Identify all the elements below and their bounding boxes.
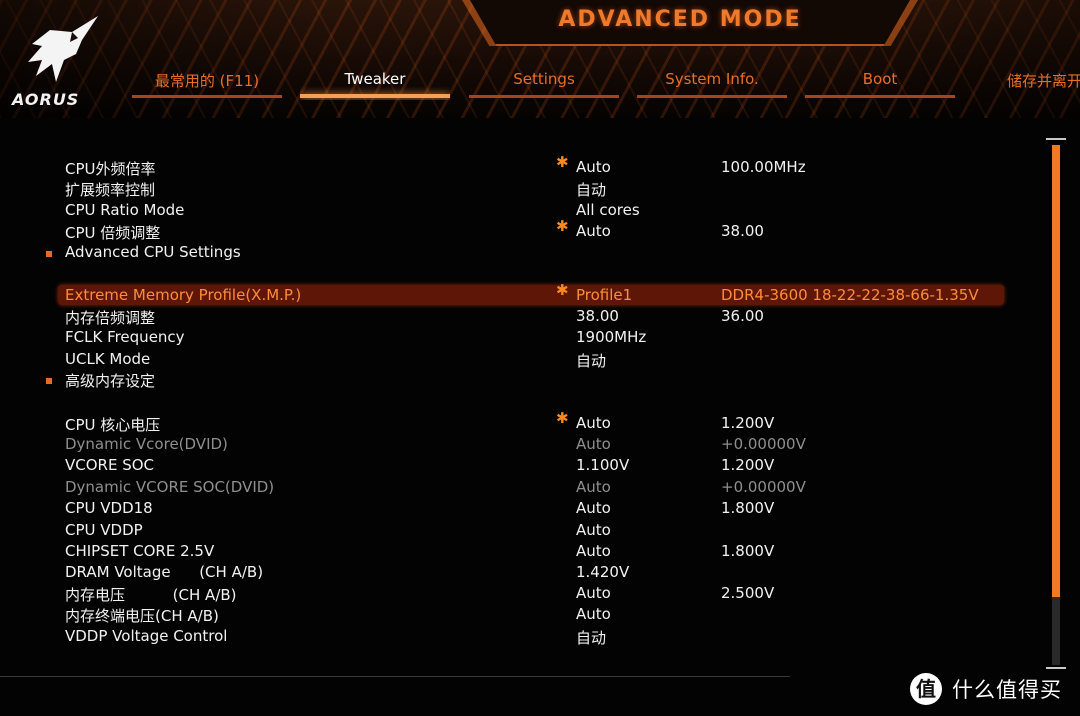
setting-label: CPU Ratio Mode: [65, 201, 185, 219]
setting-current-value: 1.200V: [721, 456, 775, 474]
setting-value[interactable]: 38.00: [576, 307, 619, 325]
setting-value[interactable]: Auto: [576, 521, 611, 539]
setting-value[interactable]: Auto: [576, 584, 611, 602]
setting-label: 扩展频率控制: [65, 181, 156, 199]
setting-value[interactable]: Auto: [576, 222, 611, 240]
setting-row-fclk-frequency[interactable]: FCLK Frequency 1900MHz: [0, 327, 1040, 349]
star-icon: ✱: [556, 153, 569, 171]
tab-boot[interactable]: Boot: [805, 70, 955, 100]
setting-label: Extreme Memory Profile(X.M.P.): [65, 286, 302, 304]
setting-current-value: 2.500V: [721, 584, 775, 602]
setting-value[interactable]: Auto: [576, 499, 611, 517]
setting-row-cpu-vddp[interactable]: CPU VDDP Auto: [0, 520, 1040, 542]
setting-label: CPU VDD18: [65, 499, 153, 517]
submenu-advanced-memory-settings[interactable]: 高级内存设定: [0, 369, 1040, 391]
setting-current-value: 1.800V: [721, 499, 775, 517]
setting-row-chipset-core[interactable]: CHIPSET CORE 2.5V Auto 1.800V: [0, 541, 1040, 563]
setting-row-cpu-vdd18[interactable]: CPU VDD18 Auto 1.800V: [0, 498, 1040, 520]
setting-row-memory-termination-voltage[interactable]: 内存终端电压(CH A/B) Auto: [0, 604, 1040, 626]
scrollbar-bottom-cap: [1046, 667, 1066, 669]
setting-row-vcore-soc[interactable]: VCORE SOC 1.100V 1.200V: [0, 455, 1040, 477]
star-icon: ✱: [556, 217, 569, 235]
setting-row-dynamic-vcore-soc: Dynamic VCORE SOC(DVID) Auto +0.00000V: [0, 477, 1040, 499]
setting-current-value: 100.00MHz: [721, 158, 806, 176]
setting-row-memory-multiplier[interactable]: 内存倍频调整 38.00 36.00: [0, 306, 1040, 328]
setting-value: Auto: [576, 478, 611, 496]
setting-current-value: 1.200V: [721, 414, 775, 432]
tab-tweaker[interactable]: Tweaker: [300, 70, 450, 100]
tab-save-exit[interactable]: 储存并离开: [1007, 70, 1080, 100]
aorus-logo-text: AORUS: [12, 90, 80, 109]
setting-row-cpu-vcore[interactable]: CPU 核心电压 ✱ Auto 1.200V: [0, 409, 1040, 435]
setting-label: Dynamic VCORE SOC(DVID): [65, 478, 275, 496]
setting-value[interactable]: Auto: [576, 414, 611, 432]
setting-row-cpu-ratio[interactable]: CPU 倍频调整 ✱ Auto 38.00: [0, 217, 1040, 243]
watermark: 值 什么值得买: [910, 672, 1062, 706]
setting-row-spread-spectrum[interactable]: 扩展频率控制 自动: [0, 178, 1040, 200]
scrollbar-top-cap: [1046, 138, 1066, 140]
setting-current-value: 1.800V: [721, 542, 775, 560]
submenu-bullet-icon: [46, 378, 52, 384]
setting-label: 内存倍频调整: [65, 309, 156, 327]
setting-label: CHIPSET CORE 2.5V: [65, 542, 215, 560]
submenu-advanced-cpu-settings[interactable]: Advanced CPU Settings: [0, 242, 1040, 264]
setting-label: CPU外频倍率: [65, 160, 156, 178]
bottom-divider: [0, 676, 790, 677]
setting-value[interactable]: Auto: [576, 605, 611, 623]
setting-value[interactable]: 1.100V: [576, 456, 629, 474]
setting-row-dynamic-vcore: Dynamic Vcore(DVID) Auto +0.00000V: [0, 434, 1040, 456]
setting-current-value: 38.00: [721, 222, 764, 240]
setting-label: CPU 核心电压: [65, 416, 161, 434]
star-icon: ✱: [556, 409, 569, 427]
setting-label: CPU 倍频调整: [65, 224, 161, 242]
watermark-text: 什么值得买: [952, 678, 1062, 702]
setting-current-value: +0.00000V: [721, 478, 806, 496]
setting-row-memory-voltage[interactable]: 内存电压 (CH A/B) Auto 2.500V: [0, 583, 1040, 605]
setting-label: 内存电压 (CH A/B): [65, 586, 237, 604]
setting-value[interactable]: 1900MHz: [576, 328, 646, 346]
setting-current-value: 36.00: [721, 307, 764, 325]
setting-label: VCORE SOC: [65, 456, 155, 474]
setting-value[interactable]: Auto: [576, 158, 611, 176]
setting-label: CPU VDDP: [65, 521, 143, 539]
scrollbar-thumb[interactable]: [1052, 145, 1060, 597]
setting-value[interactable]: Auto: [576, 542, 611, 560]
setting-row-vddp-voltage-control[interactable]: VDDP Voltage Control 自动: [0, 626, 1040, 648]
setting-value: Auto: [576, 435, 611, 453]
setting-label: UCLK Mode: [65, 350, 151, 368]
star-icon: ✱: [556, 281, 569, 299]
setting-label: 内存终端电压(CH A/B): [65, 607, 219, 625]
setting-current-value: +0.00000V: [721, 435, 806, 453]
setting-label: VDDP Voltage Control: [65, 627, 228, 645]
setting-label: FCLK Frequency: [65, 328, 185, 346]
tab-favorites[interactable]: 最常用的 (F11): [132, 70, 282, 100]
submenu-label: 高级内存设定: [65, 372, 156, 390]
setting-label: Dynamic Vcore(DVID): [65, 435, 228, 453]
mode-title: ADVANCED MODE: [558, 7, 802, 32]
setting-row-cpu-base-clock[interactable]: CPU外频倍率 ✱ Auto 100.00MHz: [0, 153, 1040, 179]
watermark-badge: 值: [910, 673, 942, 705]
submenu-label: Advanced CPU Settings: [65, 243, 241, 261]
setting-value[interactable]: 1.420V: [576, 563, 629, 581]
setting-row-cpu-ratio-mode[interactable]: CPU Ratio Mode All cores: [0, 200, 1040, 222]
submenu-bullet-icon: [46, 251, 52, 257]
setting-row-xmp[interactable]: Extreme Memory Profile(X.M.P.) ✱ Profile…: [0, 281, 1040, 307]
setting-value[interactable]: 自动: [576, 179, 606, 200]
setting-row-uclk-mode[interactable]: UCLK Mode 自动: [0, 349, 1040, 371]
setting-value[interactable]: All cores: [576, 201, 640, 219]
setting-label: DRAM Voltage (CH A/B): [65, 563, 264, 581]
setting-value[interactable]: 自动: [576, 350, 606, 371]
tab-system-info[interactable]: System Info.: [637, 70, 787, 100]
setting-current-value: DDR4-3600 18-22-22-38-66-1.35V: [721, 286, 979, 304]
setting-value[interactable]: 自动: [576, 627, 606, 648]
setting-value[interactable]: Profile1: [576, 286, 632, 304]
setting-row-dram-voltage[interactable]: DRAM Voltage (CH A/B) 1.420V: [0, 562, 1040, 584]
tab-settings[interactable]: Settings: [469, 70, 619, 100]
